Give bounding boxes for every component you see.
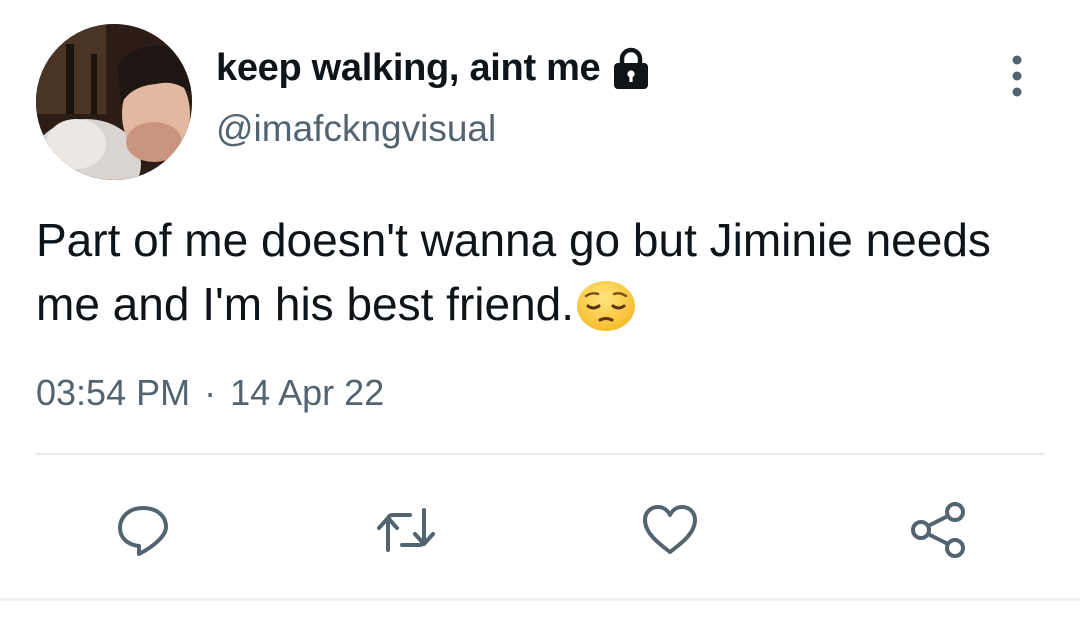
like-button[interactable] [630,490,710,570]
share-button[interactable] [899,490,979,570]
tweet-text: Part of me doesn't wanna go but Jiminie … [36,208,1046,336]
reply-icon [118,506,168,556]
heart-icon [643,505,697,554]
more-vertical-icon [1012,55,1022,97]
meta-separator: · [204,372,217,413]
display-name-text: keep walking, aint me [216,46,601,89]
avatar-photo [36,24,192,180]
pensive-face-icon [576,280,636,332]
tweet-date: 14 Apr 22 [230,372,385,413]
action-bar [0,490,1080,570]
tweet-timestamp[interactable]: 03:54 PM · 14 Apr 22 [36,372,384,414]
tweet-time: 03:54 PM [36,372,191,413]
tweet-body: Part of me doesn't wanna go but Jiminie … [36,214,991,330]
avatar[interactable] [36,24,192,180]
retweet-button[interactable] [366,490,446,570]
divider [0,598,1080,601]
lock-icon [608,45,654,91]
more-options-button[interactable] [995,48,1039,104]
display-name[interactable]: keep walking, aint me [216,40,654,96]
retweet-icon [377,508,435,552]
username-handle[interactable]: @imafckngvisual [216,108,496,150]
share-icon [911,502,965,558]
reply-button[interactable] [103,490,183,570]
divider [36,453,1044,455]
